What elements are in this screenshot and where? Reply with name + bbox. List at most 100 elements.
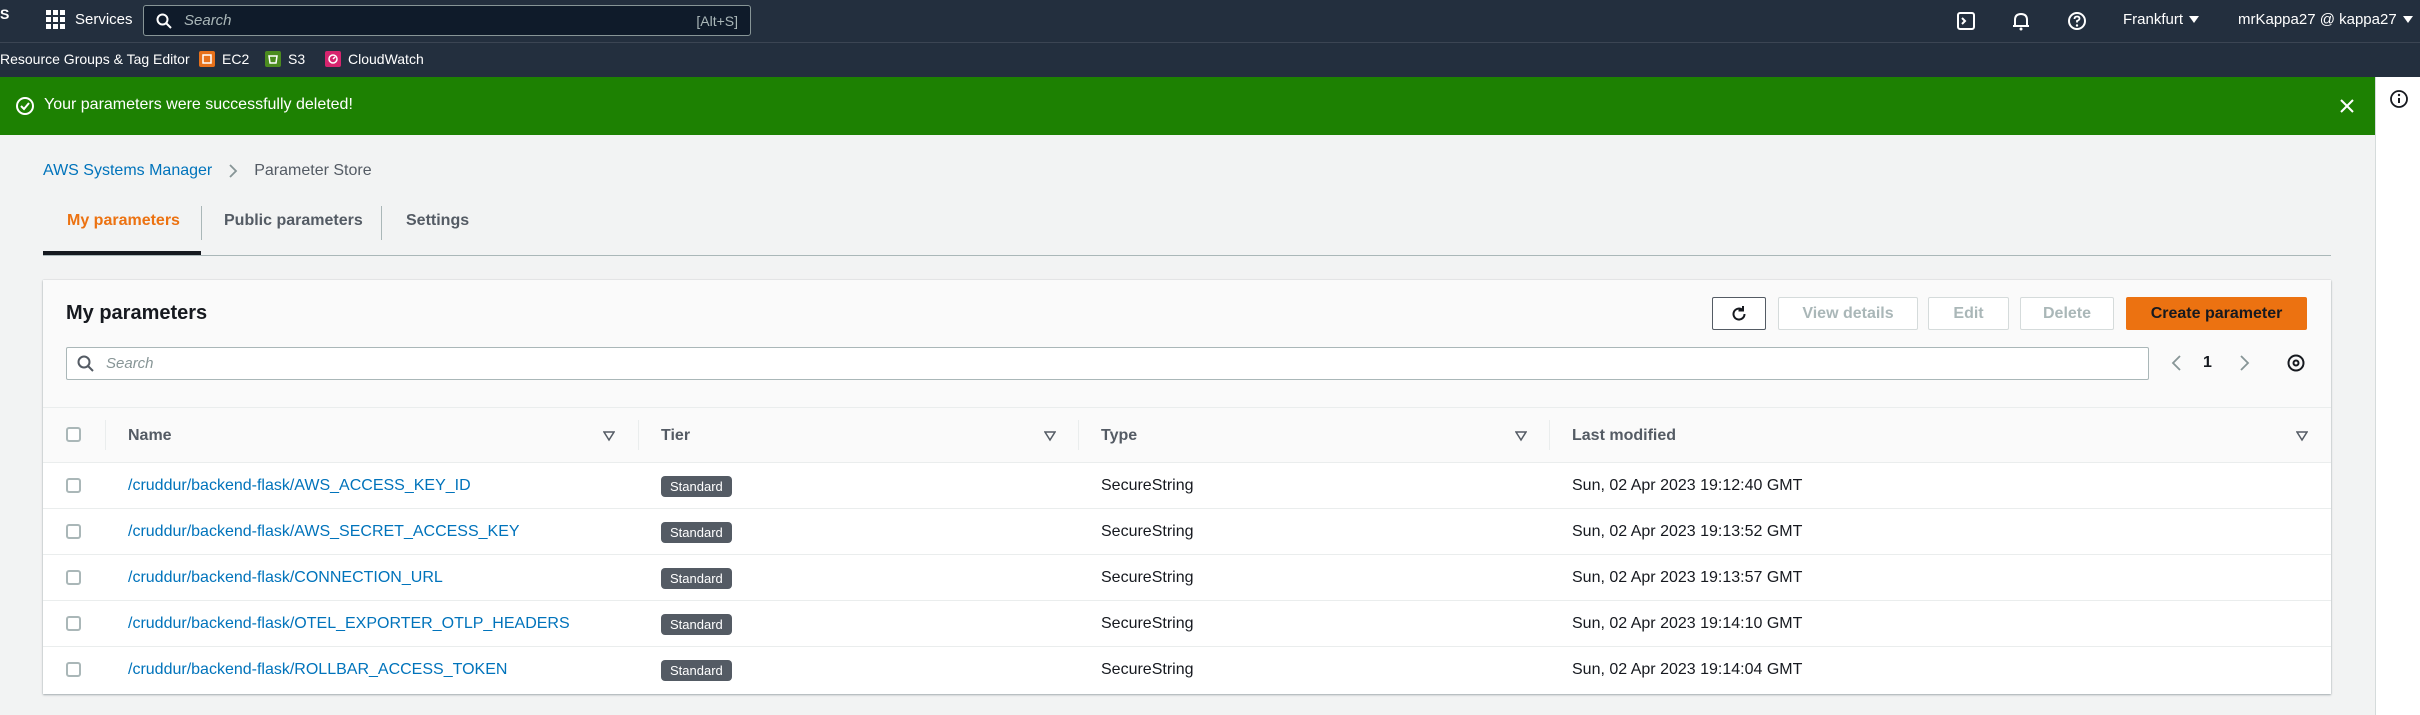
flash-message: Your parameters were successfully delete… [44,96,353,113]
notifications-bell-icon[interactable] [2010,10,2032,32]
parameter-type: SecureString [1101,523,1194,540]
sort-icon[interactable] [2296,430,2308,442]
tools-panel-rail [2375,77,2420,715]
account-menu[interactable]: mrKappa27 @ kappa27 [2238,11,2413,28]
success-check-icon [16,97,34,115]
help-icon[interactable] [2066,10,2088,32]
tab-public-parameters[interactable]: Public parameters [224,212,363,230]
table-row[interactable]: /cruddur/backend-flask/OTEL_EXPORTER_OTL… [43,601,2331,647]
parameter-name-link[interactable]: /cruddur/backend-flask/AWS_SECRET_ACCESS… [128,523,520,541]
breadcrumb-systems-manager[interactable]: AWS Systems Manager [43,162,212,180]
parameter-name-link[interactable]: /cruddur/backend-flask/ROLLBAR_ACCESS_TO… [128,661,507,679]
parameter-type: SecureString [1101,661,1194,678]
column-divider [638,420,639,450]
parameter-name-link[interactable]: /cruddur/backend-flask/OTEL_EXPORTER_OTL… [128,615,570,633]
parameters-table-container: My parameters View details Edit Delete C… [43,280,2331,694]
favorite-label: EC2 [222,51,250,67]
parameter-type: SecureString [1101,615,1194,632]
tab-my-parameters[interactable]: My parameters [67,212,180,230]
table-row[interactable]: /cruddur/backend-flask/ROLLBAR_ACCESS_TO… [43,647,2331,693]
cloudshell-icon[interactable] [1955,10,1977,32]
search-icon [156,13,172,29]
breadcrumb: AWS Systems Manager Parameter Store [43,162,372,180]
parameter-name-link[interactable]: /cruddur/backend-flask/AWS_ACCESS_KEY_ID [128,477,471,495]
last-modified: Sun, 02 Apr 2023 19:12:40 GMT [1572,477,1803,494]
tab-settings[interactable]: Settings [406,212,469,230]
global-search[interactable]: [Alt+S] [143,5,751,36]
parameter-type: SecureString [1101,569,1194,586]
search-shortcut-hint: [Alt+S] [696,12,738,29]
favorite-cloudwatch[interactable]: CloudWatch [325,51,424,67]
tier-badge: Standard [661,660,732,681]
parameter-name-link[interactable]: /cruddur/backend-flask/CONNECTION_URL [128,569,443,587]
favorite-label: Resource Groups & Tag Editor [0,51,190,67]
region-label: Frankfurt [2123,11,2184,28]
account-label: mrKappa27 @ kappa27 [2238,11,2397,28]
row-checkbox[interactable] [66,662,81,677]
column-header-last-modified[interactable]: Last modified [1572,427,1676,445]
view-details-button[interactable]: View details [1778,297,1918,330]
tier-badge: Standard [661,476,732,497]
services-label: Services [75,11,133,28]
last-modified: Sun, 02 Apr 2023 19:13:52 GMT [1572,523,1803,540]
refresh-button[interactable] [1712,297,1766,330]
column-divider [1078,420,1079,450]
panel-title: My parameters [66,302,208,324]
s3-icon [265,51,281,67]
table-row[interactable]: /cruddur/backend-flask/AWS_ACCESS_KEY_ID… [43,463,2331,509]
chevron-left-icon[interactable] [2168,354,2186,372]
chevron-right-icon[interactable] [2235,354,2253,372]
tier-badge: Standard [661,568,732,589]
services-menu-button[interactable]: Services [46,10,133,29]
parameter-type: SecureString [1101,477,1194,494]
active-tab-indicator [43,251,201,255]
cloudwatch-icon [325,51,341,67]
sort-icon[interactable] [1044,430,1056,442]
row-checkbox[interactable] [66,478,81,493]
table-search[interactable] [66,347,2149,380]
select-all-checkbox[interactable] [66,427,81,442]
column-header-type[interactable]: Type [1101,427,1137,445]
caret-down-icon [2189,16,2200,23]
column-divider [105,420,106,450]
column-divider [1549,420,1550,450]
info-icon[interactable] [2389,89,2409,109]
gear-icon[interactable] [2286,353,2306,373]
close-icon[interactable] [2336,95,2358,117]
favorite-s3[interactable]: S3 [265,51,305,67]
global-search-input[interactable] [184,12,697,29]
favorite-label: CloudWatch [348,51,424,67]
ec2-icon [199,51,215,67]
refresh-icon [1732,305,1746,321]
last-modified: Sun, 02 Apr 2023 19:14:10 GMT [1572,615,1803,632]
search-icon [77,355,94,372]
favorites-bar: Resource Groups & Tag Editor EC2 S3 Clou… [0,42,2420,77]
tier-badge: Standard [661,522,732,543]
tab-divider [381,206,382,240]
create-parameter-button[interactable]: Create parameter [2126,297,2307,330]
aws-logo[interactable]: S [0,6,10,22]
row-checkbox[interactable] [66,570,81,585]
table-header: Name Tier Type Last modified [43,408,2331,463]
tier-badge: Standard [661,614,732,635]
region-selector[interactable]: Frankfurt [2123,11,2200,28]
column-header-name[interactable]: Name [128,427,172,445]
delete-button[interactable]: Delete [2020,297,2114,330]
table-search-input[interactable] [106,355,2138,372]
panel-header: My parameters View details Edit Delete C… [43,280,2331,408]
sort-icon[interactable] [1515,430,1527,442]
row-checkbox[interactable] [66,616,81,631]
favorite-ec2[interactable]: EC2 [199,51,249,67]
page-number[interactable]: 1 [2203,354,2212,372]
edit-button[interactable]: Edit [1928,297,2009,330]
favorite-resource-groups[interactable]: Resource Groups & Tag Editor [0,51,190,67]
table-row[interactable]: /cruddur/backend-flask/AWS_SECRET_ACCESS… [43,509,2331,555]
last-modified: Sun, 02 Apr 2023 19:14:04 GMT [1572,661,1803,678]
sort-icon[interactable] [603,430,615,442]
top-nav-bar: S Services [Alt+S] Frankfurt mrKappa27 @… [0,0,2420,42]
row-checkbox[interactable] [66,524,81,539]
column-header-tier[interactable]: Tier [661,427,690,445]
table-row[interactable]: /cruddur/backend-flask/CONNECTION_URL St… [43,555,2331,601]
tab-divider [201,206,202,240]
tab-bar: My parameters Public parameters Settings [43,198,2331,256]
